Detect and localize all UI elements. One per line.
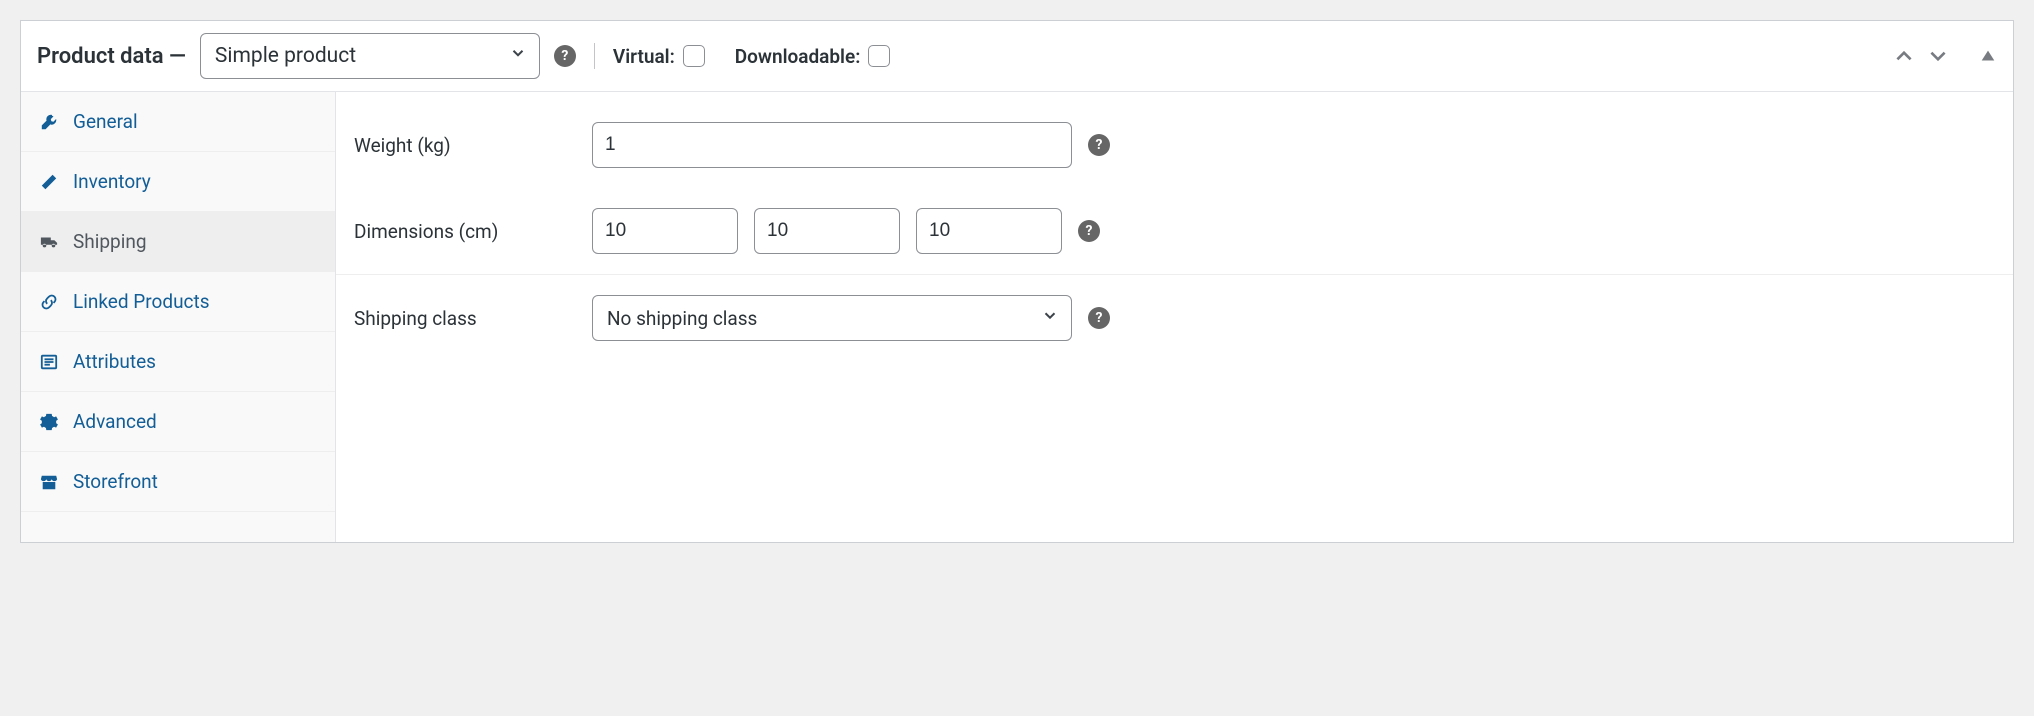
- width-input[interactable]: [754, 208, 900, 254]
- shipping-class-row: Shipping class No shipping class ?: [336, 275, 2013, 361]
- toggle-panel-icon[interactable]: [1979, 47, 1997, 65]
- product-type-select[interactable]: Simple product: [200, 33, 540, 79]
- store-icon: [39, 472, 59, 492]
- tab-shipping[interactable]: Shipping: [21, 212, 335, 272]
- panel-header: Product data — Simple product ? Virtual:…: [21, 21, 2013, 92]
- truck-icon: [39, 232, 59, 252]
- tab-label: General: [73, 110, 138, 133]
- dimensions-label: Dimensions (cm): [354, 220, 592, 243]
- move-up-icon[interactable]: [1893, 45, 1915, 67]
- panel-title: Product data —: [37, 44, 186, 69]
- gear-icon: [39, 412, 59, 432]
- help-icon[interactable]: ?: [1088, 134, 1110, 156]
- downloadable-label: Downloadable:: [735, 45, 861, 68]
- help-icon[interactable]: ?: [554, 45, 576, 67]
- shipping-class-select[interactable]: No shipping class: [592, 295, 1072, 341]
- product-data-tabs: General Inventory Shipping Linked Produc…: [21, 92, 336, 542]
- tab-linked-products[interactable]: Linked Products: [21, 272, 335, 332]
- virtual-label: Virtual:: [613, 45, 675, 68]
- tab-label: Storefront: [73, 470, 158, 493]
- length-input[interactable]: [592, 208, 738, 254]
- tab-general[interactable]: General: [21, 92, 335, 152]
- tab-advanced[interactable]: Advanced: [21, 392, 335, 452]
- shipping-class-label: Shipping class: [354, 307, 592, 330]
- move-down-icon[interactable]: [1927, 45, 1949, 67]
- panel-handle-controls: [1893, 45, 1997, 67]
- chevron-down-icon: [1041, 307, 1059, 330]
- shipping-panel: Weight (kg) ? Dimensions (cm) ? Shipping…: [336, 92, 2013, 542]
- virtual-checkbox[interactable]: [683, 45, 705, 67]
- weight-input[interactable]: [592, 122, 1072, 168]
- list-icon: [39, 352, 59, 372]
- tab-label: Shipping: [73, 230, 147, 253]
- panel-body: General Inventory Shipping Linked Produc…: [21, 92, 2013, 542]
- product-type-value: Simple product: [215, 44, 356, 68]
- weight-label: Weight (kg): [354, 134, 592, 157]
- help-icon[interactable]: ?: [1088, 307, 1110, 329]
- height-input[interactable]: [916, 208, 1062, 254]
- ruler-icon: [39, 172, 59, 192]
- product-data-panel: Product data — Simple product ? Virtual:…: [20, 20, 2014, 543]
- wrench-icon: [39, 112, 59, 132]
- tab-label: Advanced: [73, 410, 157, 433]
- shipping-class-value: No shipping class: [607, 307, 757, 330]
- tab-label: Inventory: [73, 170, 151, 193]
- tab-label: Linked Products: [73, 290, 210, 313]
- tab-storefront[interactable]: Storefront: [21, 452, 335, 512]
- downloadable-checkbox[interactable]: [868, 45, 890, 67]
- help-icon[interactable]: ?: [1078, 220, 1100, 242]
- link-icon: [39, 292, 59, 312]
- downloadable-option: Downloadable:: [735, 45, 891, 68]
- divider: [594, 43, 595, 69]
- tab-label: Attributes: [73, 350, 156, 373]
- tab-inventory[interactable]: Inventory: [21, 152, 335, 212]
- chevron-down-icon: [509, 44, 527, 68]
- dimensions-row: Dimensions (cm) ?: [336, 188, 2013, 275]
- virtual-option: Virtual:: [613, 45, 705, 68]
- weight-row: Weight (kg) ?: [336, 102, 2013, 188]
- tab-attributes[interactable]: Attributes: [21, 332, 335, 392]
